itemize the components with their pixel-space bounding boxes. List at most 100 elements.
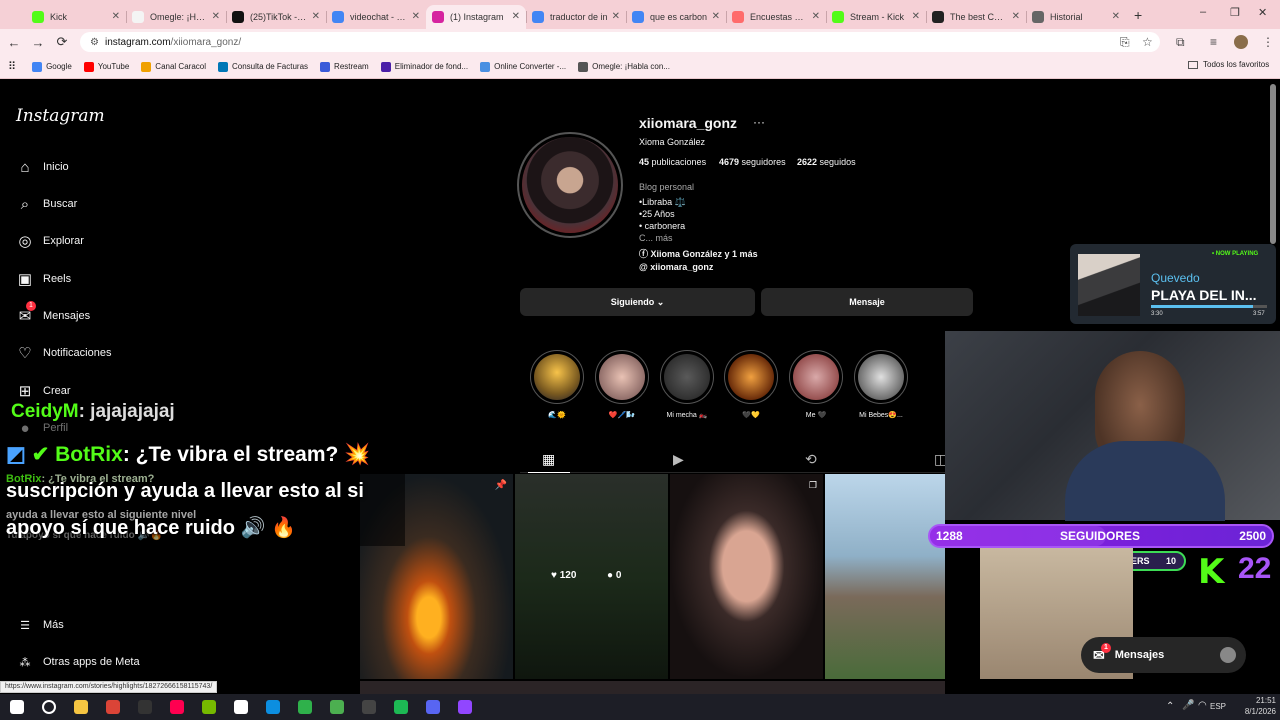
site-info-icon[interactable]: ⚙	[90, 37, 99, 48]
profile-avatar[interactable]	[1234, 35, 1248, 49]
highlight-circle[interactable]	[789, 350, 843, 404]
url-bar[interactable]: ⚙ instagram.com/xiiomara_gonz/	[80, 32, 1160, 52]
highlight-circle[interactable]	[595, 350, 649, 404]
maximize-button[interactable]: ❐	[1230, 6, 1240, 19]
minimize-button[interactable]: –	[1200, 6, 1206, 18]
browser-tab[interactable]: Omegle: ¡Habla con ✕	[126, 5, 226, 29]
following-button[interactable]: Siguiendo ⌄	[520, 288, 755, 316]
discord-icon[interactable]	[420, 694, 446, 720]
sidebar-item-mensajes[interactable]: ✉ 1 Mensajes	[16, 301, 90, 325]
tray-mic-icon[interactable]: 🎤	[1182, 700, 1194, 711]
followers-stat[interactable]: 4679 seguidores	[719, 157, 786, 167]
browser-tab[interactable]: Encuestas en li ✕	[726, 5, 826, 29]
sidebar-item-explorar[interactable]: ◎ Explorar	[16, 232, 84, 250]
windows-start-icon[interactable]	[4, 694, 30, 720]
tab-close-icon[interactable]: ✕	[312, 11, 320, 22]
tab-close-icon[interactable]: ✕	[1112, 11, 1120, 22]
clock-time[interactable]: 21:51	[1236, 696, 1276, 705]
sidebar-item-more[interactable]: ☰ Más	[16, 616, 64, 634]
bookmark-item[interactable]: Restream	[320, 61, 369, 72]
bio-more-link[interactable]: C... más	[639, 233, 673, 243]
message-button[interactable]: Mensaje	[761, 288, 973, 316]
all-bookmarks[interactable]: Todos los favoritos	[1188, 60, 1269, 69]
bookmark-item[interactable]: Canal Caracol	[141, 61, 206, 72]
browser-tab[interactable]: Historial ✕	[1026, 5, 1126, 29]
bookmark-item[interactable]: Consulta de Facturas	[218, 61, 308, 72]
spotify-icon[interactable]	[388, 694, 414, 720]
tab-close-icon[interactable]: ✕	[212, 11, 220, 22]
bookmark-star-icon[interactable]: ☆	[1142, 35, 1153, 49]
reposts-tab-icon[interactable]: ⟲	[805, 451, 817, 468]
wifi-icon[interactable]: ◠	[1198, 700, 1207, 711]
sidebar-item-notificaciones[interactable]: ♡ Notificaciones	[16, 344, 111, 362]
edge-icon[interactable]	[260, 694, 286, 720]
tray-chevron-icon[interactable]: ⌃	[1166, 701, 1174, 712]
app-icon[interactable]	[292, 694, 318, 720]
profile-avatar-ring[interactable]	[517, 132, 623, 238]
bookmark-item[interactable]: Omegle: ¡Habla con...	[578, 61, 670, 72]
menu-icon[interactable]: ⋮	[1262, 35, 1274, 49]
highlight-circle[interactable]	[530, 350, 584, 404]
extensions-icon[interactable]: ⧉	[1176, 35, 1185, 50]
close-window-button[interactable]: ✕	[1258, 6, 1267, 19]
browser-tab[interactable]: (25)TikTok - Ma ✕	[226, 5, 326, 29]
tab-close-icon[interactable]: ✕	[512, 11, 520, 22]
tab-close-icon[interactable]: ✕	[712, 11, 720, 22]
tab-close-icon[interactable]: ✕	[412, 11, 420, 22]
bookmark-item[interactable]: Online Converter -...	[480, 61, 566, 72]
tiktok-icon[interactable]	[164, 694, 190, 720]
reels-tab-icon[interactable]: ▶	[673, 451, 684, 468]
browser-tab[interactable]: (1) Instagram ✕	[426, 4, 526, 29]
facebook-link[interactable]: ⓕ Xiioma González y 1 más	[639, 247, 758, 260]
instagram-logo[interactable]: Instagram	[16, 106, 105, 126]
clock-date[interactable]: 8/1/2026	[1236, 707, 1276, 716]
tab-close-icon[interactable]: ✕	[612, 11, 620, 22]
browser-tab[interactable]: que es carbon ✕	[626, 5, 726, 29]
tab-close-icon[interactable]: ✕	[112, 11, 120, 22]
apps-grid-icon[interactable]: ⠿	[8, 60, 16, 73]
tab-close-icon[interactable]: ✕	[812, 11, 820, 22]
bookmark-item[interactable]: Google	[32, 61, 72, 72]
sidebar-item-meta[interactable]: ⁂ Otras apps de Meta	[16, 653, 140, 671]
highlight-circle[interactable]	[854, 350, 908, 404]
post-thumbnail[interactable]: ♥ 120 ● 0	[515, 474, 668, 679]
terminal-icon[interactable]	[324, 694, 350, 720]
sidebar-item-inicio[interactable]: ⌂ Inicio	[16, 158, 68, 176]
bookmark-item[interactable]: YouTube	[83, 61, 129, 72]
cod-icon[interactable]	[132, 694, 158, 720]
post-thumbnail[interactable]: ❐	[670, 474, 823, 679]
back-icon[interactable]: ←	[2, 35, 26, 50]
following-stat[interactable]: 2622 seguidos	[797, 157, 856, 167]
install-icon[interactable]: ⎘	[1120, 35, 1130, 50]
chrome-icon[interactable]	[100, 694, 126, 720]
grid-tab-icon[interactable]: ▦	[542, 451, 555, 468]
threads-link[interactable]: @ xiiomara_gonz	[639, 262, 713, 272]
twitch-icon[interactable]	[452, 694, 478, 720]
reload-icon[interactable]: ⟳	[50, 34, 74, 50]
browser-tab[interactable]: Stream - Kick ✕	[826, 5, 926, 29]
options-icon[interactable]: ···	[753, 115, 765, 129]
browser-tab[interactable]: Kick ✕	[26, 5, 126, 29]
media-icon[interactable]: ≡	[1210, 35, 1217, 49]
tf-icon[interactable]	[228, 694, 254, 720]
browser-tab[interactable]: traductor de in ✕	[526, 5, 626, 29]
page-scrollbar[interactable]	[1270, 84, 1276, 244]
post-thumbnail[interactable]	[825, 474, 945, 679]
language-indicator[interactable]: ESP	[1210, 702, 1226, 711]
obs-icon[interactable]	[356, 694, 382, 720]
forward-icon[interactable]: →	[26, 35, 50, 50]
highlight-circle[interactable]	[660, 350, 714, 404]
bookmark-item[interactable]: Eliminador de fond...	[380, 61, 468, 72]
tab-close-icon[interactable]: ✕	[912, 11, 920, 22]
tab-close-icon[interactable]: ✕	[1012, 11, 1020, 22]
file-explorer-icon[interactable]	[68, 694, 94, 720]
browser-tab[interactable]: The best Chatb ✕	[926, 5, 1026, 29]
browser-tab[interactable]: videochat - Bus ✕	[326, 5, 426, 29]
messages-pill[interactable]: ✉ 1 Mensajes	[1081, 637, 1246, 673]
new-tab-button[interactable]: +	[1134, 7, 1142, 23]
search-icon[interactable]	[36, 694, 62, 720]
sidebar-item-reels[interactable]: ▣ Reels	[16, 270, 71, 288]
sidebar-item-buscar[interactable]: ⌕ Buscar	[16, 195, 77, 213]
highlight-circle[interactable]	[724, 350, 778, 404]
nvidia-icon[interactable]	[196, 694, 222, 720]
